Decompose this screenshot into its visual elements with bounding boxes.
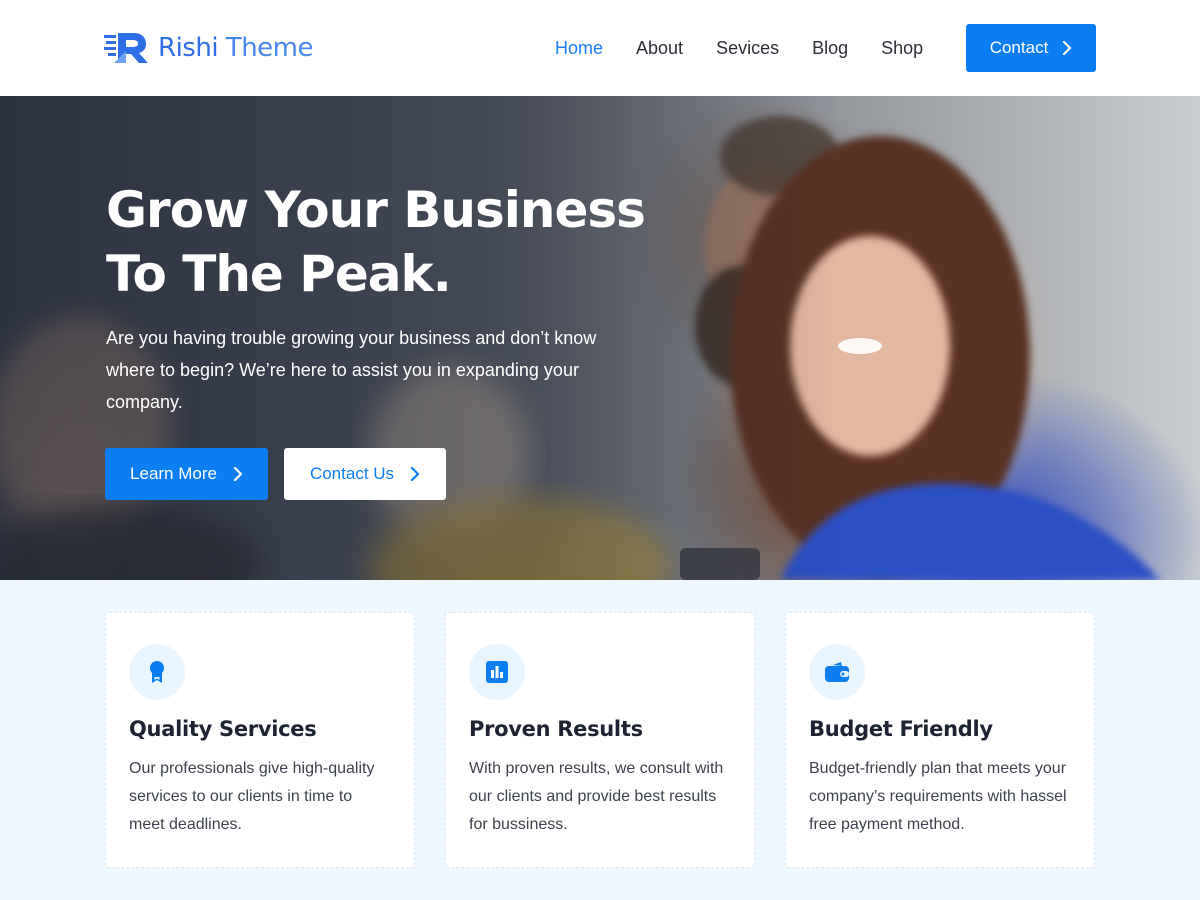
- feature-title: Quality Services: [129, 717, 317, 741]
- nav-item-blog[interactable]: Blog: [812, 36, 848, 60]
- logo[interactable]: Rishi Theme: [104, 30, 313, 66]
- logo-mark-icon: [104, 33, 148, 63]
- feature-card-quality: Quality Services Our professionals give …: [105, 612, 415, 868]
- hero-title-line2: To The Peak.: [106, 245, 452, 303]
- feature-title: Budget Friendly: [809, 717, 993, 741]
- logo-text: Rishi Theme: [158, 33, 313, 63]
- award-ribbon-icon: [150, 661, 164, 683]
- contact-us-button[interactable]: Contact Us: [284, 448, 446, 500]
- hero-title-line1: Grow Your Business: [106, 181, 646, 239]
- hero-subtitle: Are you having trouble growing your busi…: [106, 328, 597, 412]
- feature-icon-wrap: [809, 644, 865, 700]
- site-header: Rishi Theme Home About Sevices Blog Shop…: [0, 0, 1200, 96]
- feature-text: With proven results, we consult with our…: [469, 760, 724, 833]
- chevron-right-icon: [410, 467, 420, 481]
- features-section: Quality Services Our professionals give …: [0, 580, 1200, 900]
- learn-more-button[interactable]: Learn More: [105, 448, 268, 500]
- contact-button[interactable]: Contact: [966, 24, 1096, 72]
- contact-button-label: Contact: [989, 38, 1049, 57]
- nav-item-home[interactable]: Home: [555, 36, 603, 60]
- main-nav: Home About Sevices Blog Shop: [555, 36, 956, 60]
- chevron-right-icon: [1063, 41, 1072, 55]
- feature-text: Budget-friendly plan that meets your com…: [809, 760, 1067, 833]
- chevron-right-icon: [233, 467, 243, 481]
- wallet-icon: [825, 662, 849, 682]
- feature-icon-wrap: [469, 644, 525, 700]
- nav-item-services[interactable]: Sevices: [716, 36, 779, 60]
- nav-item-about[interactable]: About: [636, 36, 683, 60]
- hero-title: Grow Your Business To The Peak.: [106, 178, 666, 306]
- bar-chart-icon: [486, 661, 508, 683]
- feature-card-budget: Budget Friendly Budget-friendly plan tha…: [785, 612, 1095, 868]
- learn-more-label: Learn More: [130, 464, 217, 483]
- feature-title: Proven Results: [469, 717, 643, 741]
- contact-us-label: Contact Us: [309, 464, 395, 483]
- feature-icon-wrap: [129, 644, 185, 700]
- nav-item-shop[interactable]: Shop: [881, 36, 923, 60]
- feature-text: Our professionals give high-quality serv…: [129, 760, 375, 833]
- feature-card-results: Proven Results With proven results, we c…: [445, 612, 755, 868]
- hero-section: Grow Your Business To The Peak. Are you …: [0, 96, 1200, 580]
